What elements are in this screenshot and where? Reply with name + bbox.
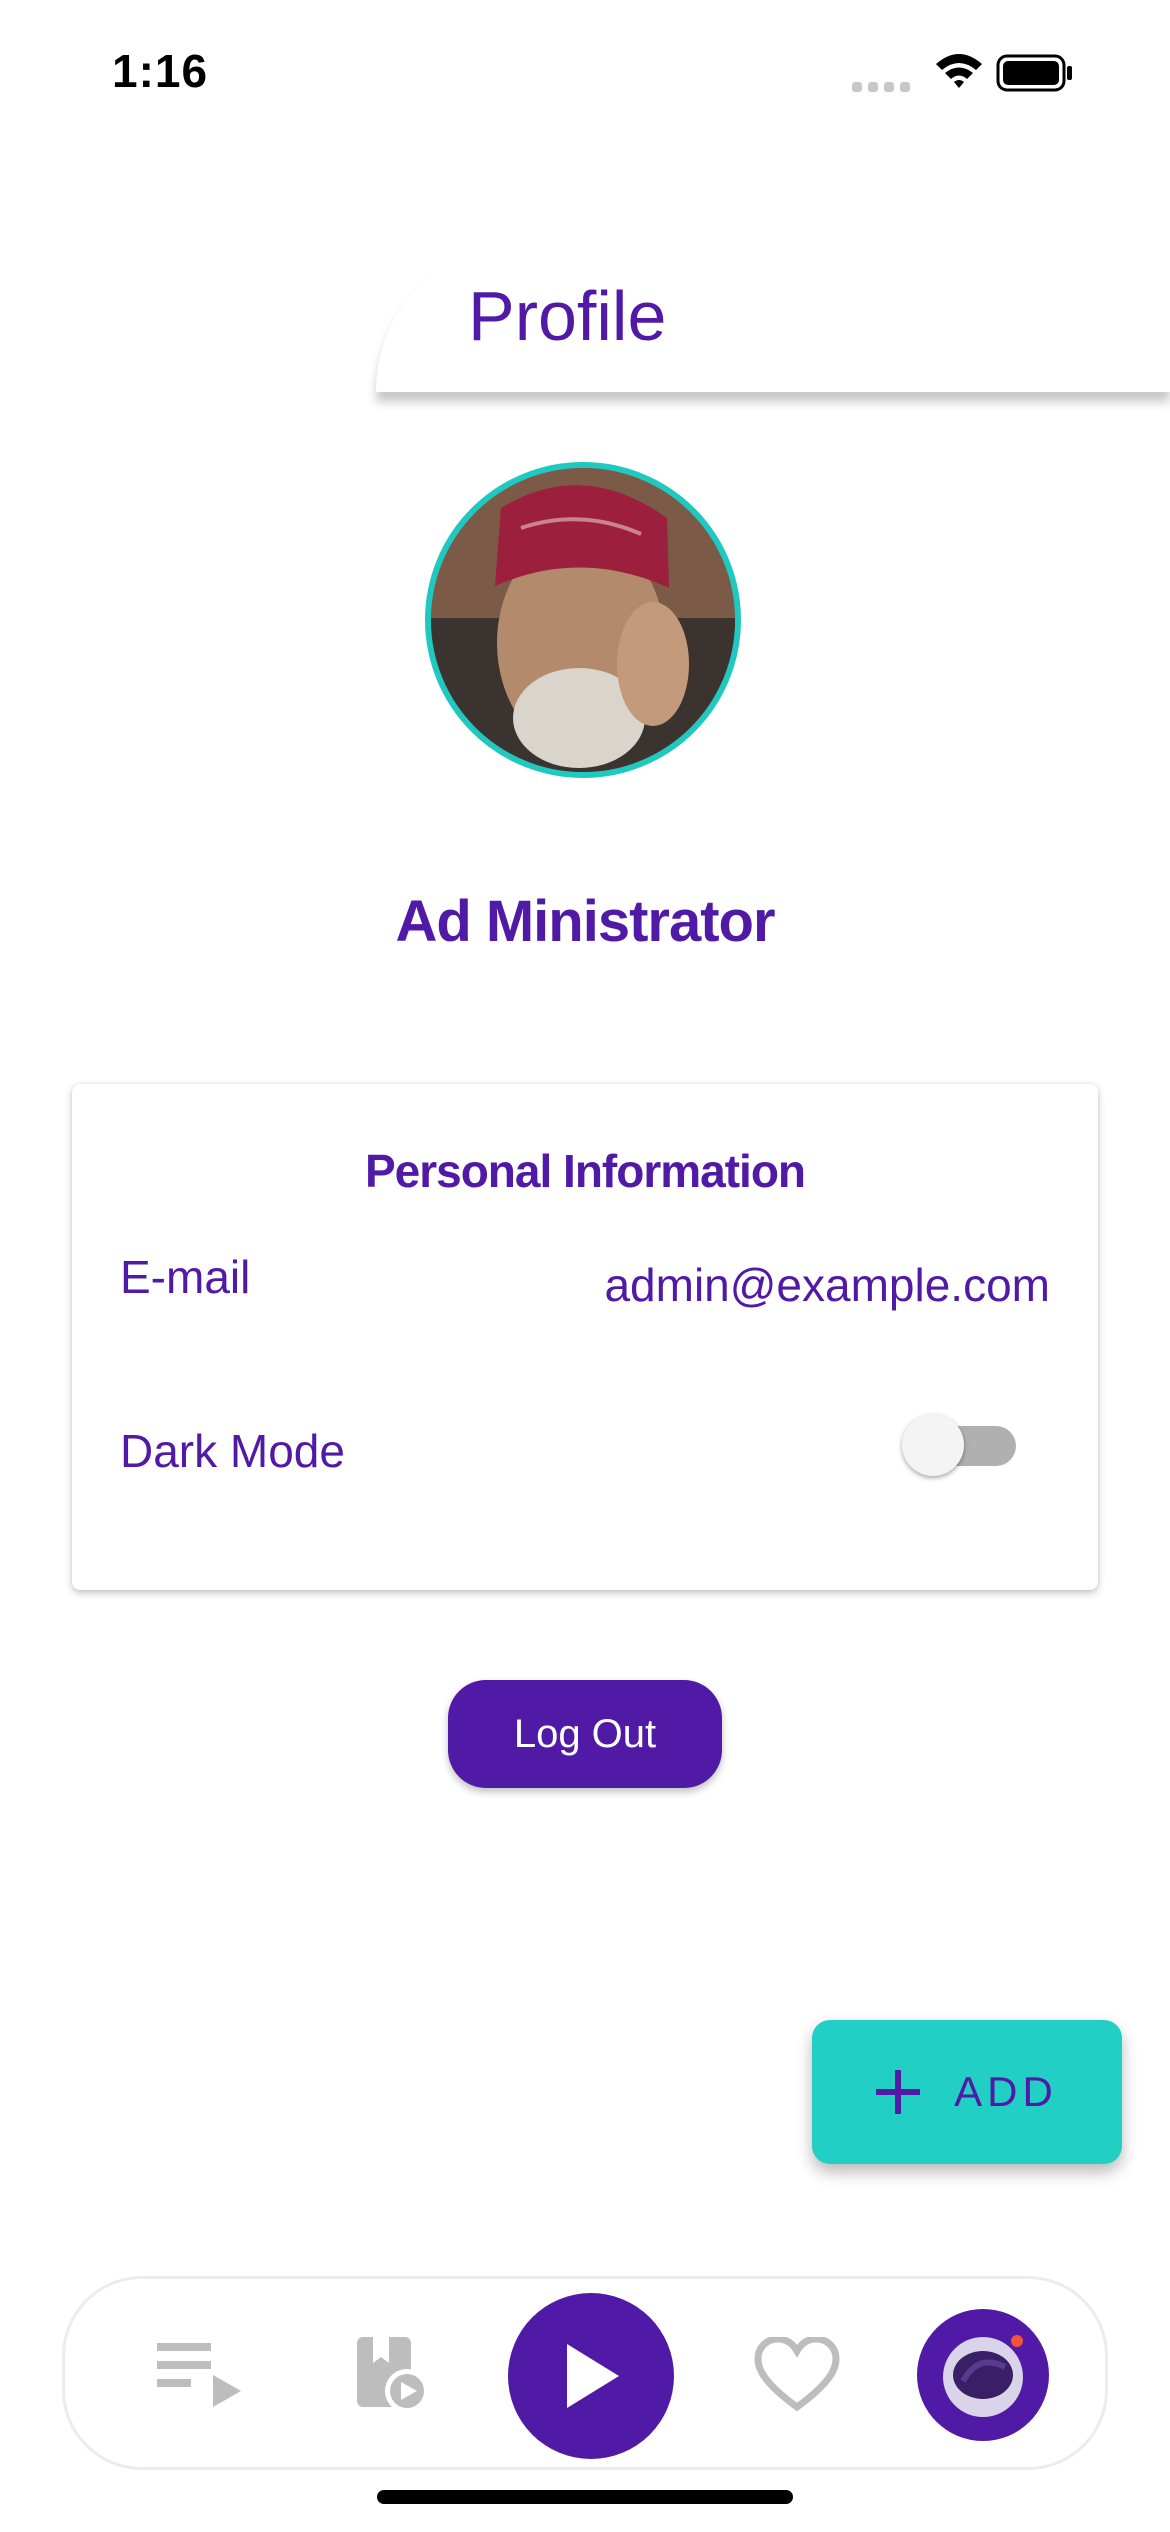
nav-favorites[interactable] xyxy=(753,2335,841,2415)
nav-queue[interactable] xyxy=(155,2337,245,2411)
add-label: ADD xyxy=(954,2068,1058,2115)
nav-play-button[interactable] xyxy=(508,2293,674,2459)
nav-profile[interactable] xyxy=(917,2309,1049,2441)
profile-header: Profile xyxy=(376,240,1170,392)
page-title: Profile xyxy=(468,277,667,355)
avatar-photo xyxy=(431,468,735,772)
queue-icon xyxy=(157,2343,241,2407)
media-library-icon xyxy=(357,2337,429,2413)
toggle-thumb xyxy=(902,1414,964,1476)
add-button[interactable]: ADD xyxy=(812,2020,1122,2164)
status-icons xyxy=(852,54,1072,92)
play-icon xyxy=(567,2344,619,2408)
personal-info-card: Personal Information E-mail admin@exampl… xyxy=(72,1084,1098,1590)
bottom-nav xyxy=(62,2276,1108,2470)
astronaut-icon xyxy=(943,2335,1023,2417)
card-title: Personal Information xyxy=(364,1145,806,1197)
status-bar: 1:16 xyxy=(0,0,1170,150)
dark-mode-label: Dark Mode xyxy=(120,1425,345,1477)
battery-icon xyxy=(996,54,1072,92)
status-time: 1:16 xyxy=(112,45,209,97)
home-indicator xyxy=(377,2490,793,2504)
email-label: E-mail xyxy=(120,1251,251,1303)
user-name: Ad Ministrator xyxy=(395,889,775,954)
wifi-icon xyxy=(936,54,982,88)
plus-icon xyxy=(876,2070,921,2114)
dark-mode-toggle[interactable] xyxy=(902,1414,1018,1476)
heart-icon xyxy=(754,2337,840,2412)
nav-library[interactable] xyxy=(353,2335,433,2415)
logout-button[interactable]: Log Out xyxy=(448,1680,722,1788)
cellular-signal-icon xyxy=(852,82,910,92)
email-value: admin@example.com xyxy=(604,1259,1050,1311)
avatar[interactable] xyxy=(425,462,741,778)
